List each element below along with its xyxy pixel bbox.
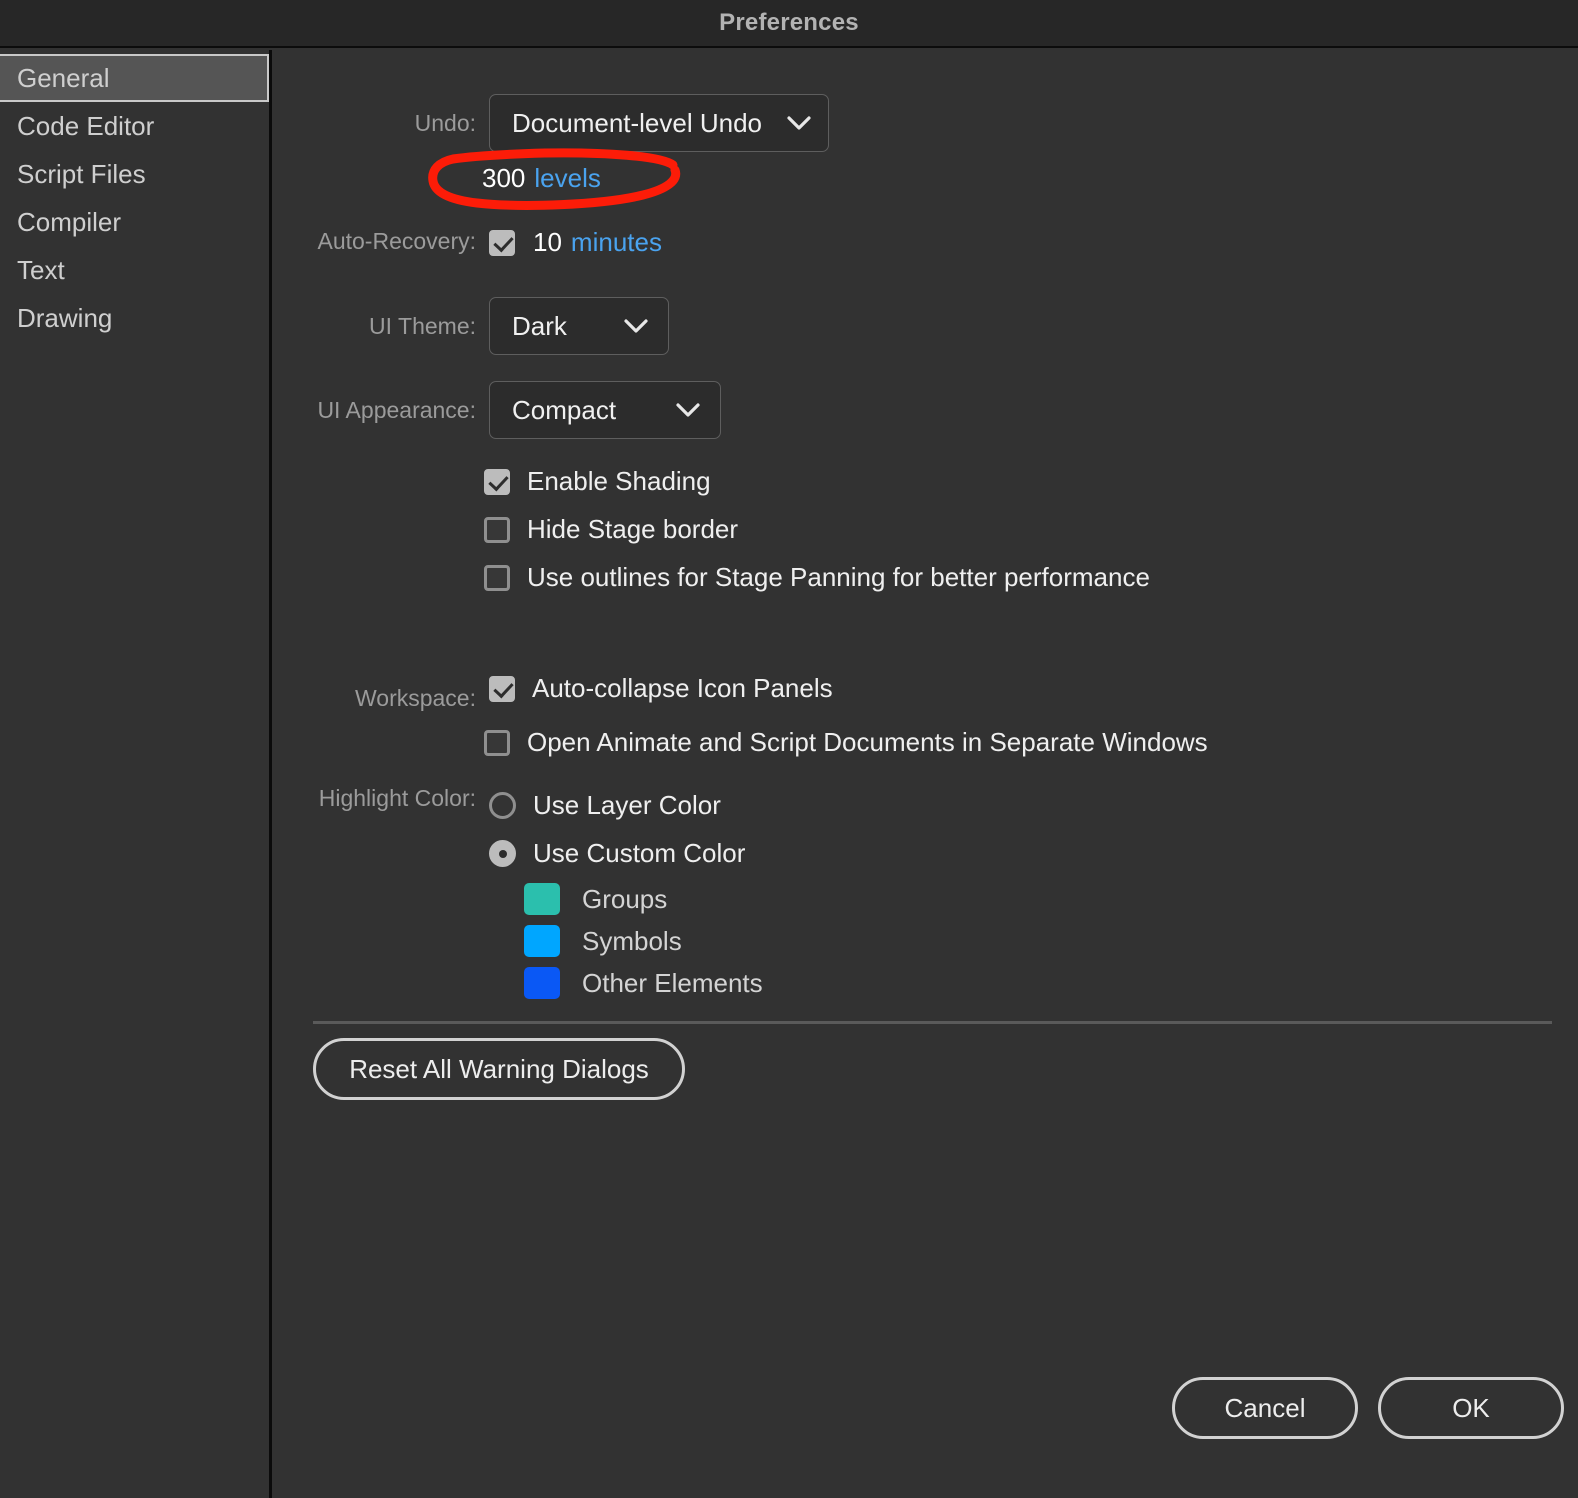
- undo-levels-value[interactable]: 300: [482, 163, 525, 194]
- groups-color-label: Groups: [582, 883, 668, 914]
- open-separate-windows-row[interactable]: Open Animate and Script Documents in Sep…: [484, 727, 1208, 758]
- ui-theme-dropdown[interactable]: Dark: [489, 297, 669, 355]
- sidebar-item-compiler[interactable]: Compiler: [0, 198, 269, 246]
- sidebar-item-label: Drawing: [17, 302, 113, 333]
- auto-recovery-minutes-value[interactable]: 10: [533, 227, 562, 258]
- open-separate-windows-checkbox[interactable]: [484, 729, 510, 756]
- use-outlines-stage-panning-label: Use outlines for Stage Panning for bette…: [527, 562, 1150, 592]
- groups-color-swatch[interactable]: [524, 883, 560, 915]
- auto-recovery-minutes-unit[interactable]: minutes: [571, 227, 662, 258]
- window-title: Preferences: [719, 9, 859, 36]
- undo-levels-unit[interactable]: levels: [534, 163, 600, 194]
- ui-appearance-label: UI Appearance:: [317, 397, 476, 423]
- ui-appearance-value: Compact: [512, 394, 617, 425]
- category-sidebar: General Code Editor Script Files Compile…: [0, 50, 272, 1498]
- sidebar-item-label: Text: [17, 254, 65, 285]
- hide-stage-border-label: Hide Stage border: [527, 514, 739, 544]
- ok-button[interactable]: OK: [1378, 1377, 1564, 1439]
- auto-collapse-icon-panels-row[interactable]: Auto-collapse Icon Panels: [489, 673, 833, 704]
- auto-recovery-row: 10 minutes: [489, 227, 662, 258]
- preferences-dialog: Preferences General Code Editor Script F…: [0, 0, 1578, 1498]
- use-layer-color-row[interactable]: Use Layer Color: [489, 790, 721, 821]
- hide-stage-border-checkbox[interactable]: [484, 516, 510, 543]
- general-settings-pane: Undo: Document-level Undo 300 levels Aut…: [275, 50, 1578, 1498]
- sidebar-item-label: General: [17, 62, 110, 93]
- hide-stage-border-row[interactable]: Hide Stage border: [484, 514, 738, 545]
- enable-shading-checkbox[interactable]: [484, 468, 510, 495]
- chevron-down-icon: [786, 115, 812, 131]
- sidebar-item-label: Compiler: [17, 206, 122, 237]
- sidebar-item-label: Code Editor: [17, 110, 155, 141]
- sidebar-item-text[interactable]: Text: [0, 246, 269, 294]
- reset-all-warning-dialogs-button[interactable]: Reset All Warning Dialogs: [313, 1038, 685, 1100]
- symbols-color-swatch[interactable]: [524, 925, 560, 957]
- other-elements-color-row[interactable]: Other Elements: [524, 967, 763, 999]
- use-custom-color-row[interactable]: Use Custom Color: [489, 838, 745, 869]
- open-separate-windows-label: Open Animate and Script Documents in Sep…: [527, 727, 1208, 757]
- chevron-down-icon: [675, 402, 701, 418]
- sidebar-item-label: Script Files: [17, 158, 146, 189]
- ui-appearance-dropdown[interactable]: Compact: [489, 381, 721, 439]
- undo-label: Undo:: [414, 110, 476, 136]
- other-elements-color-label: Other Elements: [582, 967, 763, 998]
- enable-shading-label: Enable Shading: [527, 466, 711, 496]
- auto-recovery-checkbox[interactable]: [489, 229, 515, 256]
- symbols-color-label: Symbols: [582, 925, 682, 956]
- use-layer-color-radio[interactable]: [489, 792, 516, 819]
- section-divider: [313, 1021, 1552, 1024]
- symbols-color-row[interactable]: Symbols: [524, 925, 682, 957]
- sidebar-item-script-files[interactable]: Script Files: [0, 150, 269, 198]
- groups-color-row[interactable]: Groups: [524, 883, 667, 915]
- undo-levels-row: 300 levels: [482, 163, 601, 194]
- auto-recovery-label: Auto-Recovery:: [317, 228, 476, 254]
- highlight-color-label: Highlight Color:: [318, 785, 476, 811]
- ui-theme-label: UI Theme:: [369, 313, 476, 339]
- ui-theme-value: Dark: [512, 310, 567, 341]
- workspace-label: Workspace:: [354, 685, 476, 711]
- sidebar-item-drawing[interactable]: Drawing: [0, 294, 269, 342]
- use-outlines-stage-panning-row[interactable]: Use outlines for Stage Panning for bette…: [484, 562, 1150, 593]
- title-bar: Preferences: [0, 0, 1578, 48]
- chevron-down-icon: [623, 318, 649, 334]
- ok-button-label: OK: [1452, 1392, 1490, 1423]
- cancel-button-label: Cancel: [1224, 1392, 1306, 1423]
- use-layer-color-label: Use Layer Color: [533, 790, 721, 820]
- enable-shading-row[interactable]: Enable Shading: [484, 466, 711, 497]
- undo-mode-dropdown[interactable]: Document-level Undo: [489, 94, 829, 152]
- use-outlines-stage-panning-checkbox[interactable]: [484, 564, 510, 591]
- sidebar-item-general[interactable]: General: [0, 54, 269, 102]
- auto-collapse-icon-panels-checkbox[interactable]: [489, 675, 515, 702]
- use-custom-color-label: Use Custom Color: [533, 838, 746, 868]
- auto-collapse-icon-panels-label: Auto-collapse Icon Panels: [532, 673, 833, 703]
- undo-mode-value: Document-level Undo: [512, 107, 763, 138]
- sidebar-item-code-editor[interactable]: Code Editor: [0, 102, 269, 150]
- use-custom-color-radio[interactable]: [489, 840, 516, 867]
- reset-all-warning-dialogs-label: Reset All Warning Dialogs: [349, 1053, 649, 1084]
- other-elements-color-swatch[interactable]: [524, 967, 560, 999]
- cancel-button[interactable]: Cancel: [1172, 1377, 1358, 1439]
